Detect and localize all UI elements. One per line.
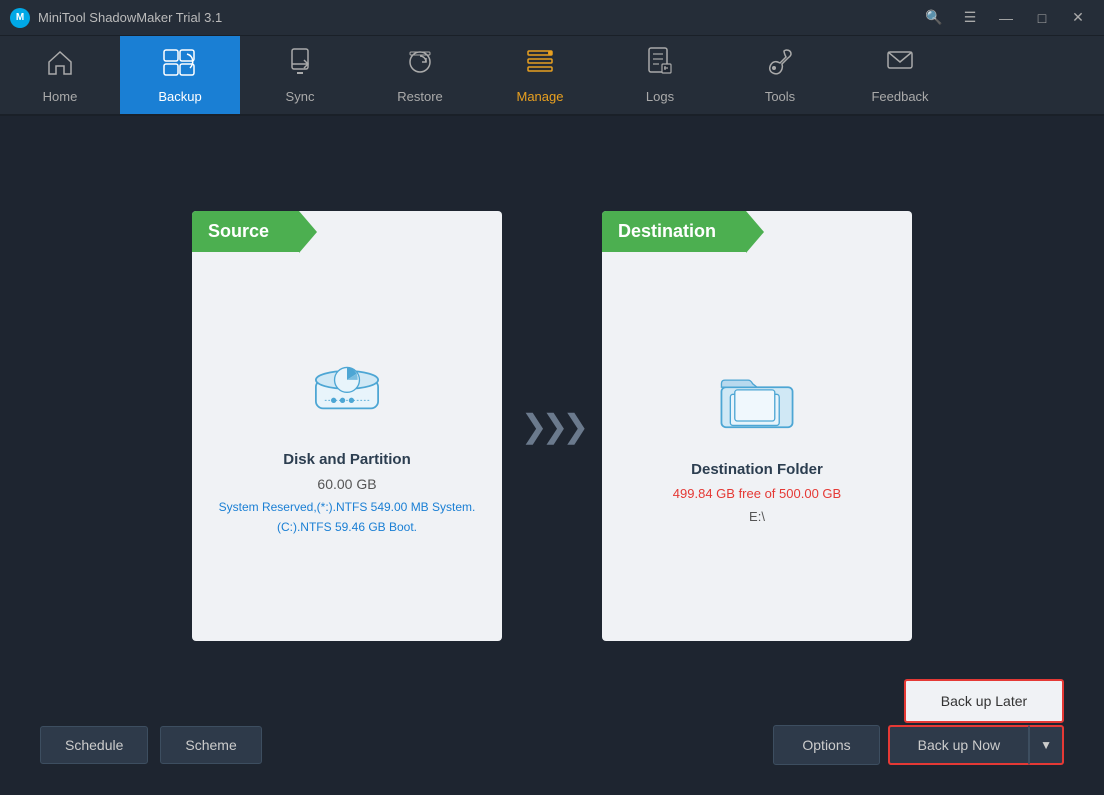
destination-drive: E:\: [749, 507, 765, 527]
schedule-button[interactable]: Schedule: [40, 726, 148, 764]
source-panel[interactable]: Source: [192, 211, 502, 641]
menu-button[interactable]: ☰: [954, 4, 986, 32]
destination-free: 499.84 GB free of 500.00 GB: [673, 486, 841, 501]
backup-dropdown-toggle[interactable]: ▼: [1029, 725, 1064, 765]
backup-now-button[interactable]: Back up Now: [888, 725, 1029, 765]
arrow-area: ❯❯❯: [502, 407, 602, 445]
options-button[interactable]: Options: [773, 725, 879, 765]
minimize-button[interactable]: —: [990, 4, 1022, 32]
search-button[interactable]: 🔍: [918, 4, 950, 32]
nav-item-logs[interactable]: Logs: [600, 36, 720, 114]
nav-item-sync[interactable]: Sync: [240, 36, 360, 114]
restore-label: Restore: [397, 89, 443, 104]
forward-arrows: ❯❯❯: [521, 407, 583, 445]
right-buttons: Back up Later Options Back up Now ▼: [773, 725, 1064, 765]
nav-item-tools[interactable]: Tools: [720, 36, 840, 114]
title-bar-left: M MiniTool ShadowMaker Trial 3.1: [10, 8, 222, 28]
backup-later-option[interactable]: Back up Later: [906, 681, 1062, 721]
destination-title: Destination Folder: [691, 461, 823, 478]
nav-bar: Home Backup Sync: [0, 36, 1104, 116]
feedback-icon: [884, 46, 916, 83]
nav-item-restore[interactable]: Restore: [360, 36, 480, 114]
nav-item-feedback[interactable]: Feedback: [840, 36, 960, 114]
app-title: MiniTool ShadowMaker Trial 3.1: [38, 10, 222, 25]
title-bar: M MiniTool ShadowMaker Trial 3.1 🔍 ☰ — □…: [0, 0, 1104, 36]
source-size: 60.00 GB: [317, 476, 376, 492]
tools-icon: [764, 46, 796, 83]
backup-label: Backup: [158, 89, 201, 104]
left-buttons: Schedule Scheme: [40, 726, 262, 764]
sync-icon: [284, 46, 316, 83]
source-detail: System Reserved,(*:).NTFS 549.00 MB Syst…: [219, 498, 476, 536]
logs-icon: [644, 46, 676, 83]
sync-label: Sync: [286, 89, 315, 104]
nav-item-manage[interactable]: Manage: [480, 36, 600, 114]
disk-icon: [307, 356, 387, 431]
source-header: Source: [208, 221, 299, 241]
main-content: Source: [0, 116, 1104, 795]
feedback-label: Feedback: [871, 89, 928, 104]
manage-icon: [524, 46, 556, 83]
nav-item-home[interactable]: Home: [0, 36, 120, 114]
app-logo: M: [10, 8, 30, 28]
close-button[interactable]: ✕: [1062, 4, 1094, 32]
folder-icon: [717, 366, 797, 441]
destination-header: Destination: [618, 221, 746, 241]
tools-label: Tools: [765, 89, 795, 104]
manage-label: Manage: [517, 89, 564, 104]
backup-dropdown-menu: Back up Later: [904, 679, 1064, 723]
backup-icon: [162, 46, 198, 83]
scheme-button[interactable]: Scheme: [160, 726, 261, 764]
source-panel-body[interactable]: Disk and Partition 60.00 GB System Reser…: [192, 252, 502, 632]
logs-label: Logs: [646, 89, 674, 104]
destination-panel[interactable]: Destination Destin: [602, 211, 912, 641]
backup-area: Source: [40, 146, 1064, 705]
restore-icon: [404, 46, 436, 83]
home-label: Home: [43, 89, 78, 104]
window-controls: 🔍 ☰ — □ ✕: [918, 4, 1094, 32]
home-icon: [44, 46, 76, 83]
destination-panel-body[interactable]: Destination Folder 499.84 GB free of 500…: [602, 252, 912, 632]
maximize-button[interactable]: □: [1026, 4, 1058, 32]
bottom-toolbar: Schedule Scheme Back up Later Options Ba…: [40, 705, 1064, 765]
nav-item-backup[interactable]: Backup: [120, 36, 240, 114]
source-title: Disk and Partition: [283, 451, 411, 468]
